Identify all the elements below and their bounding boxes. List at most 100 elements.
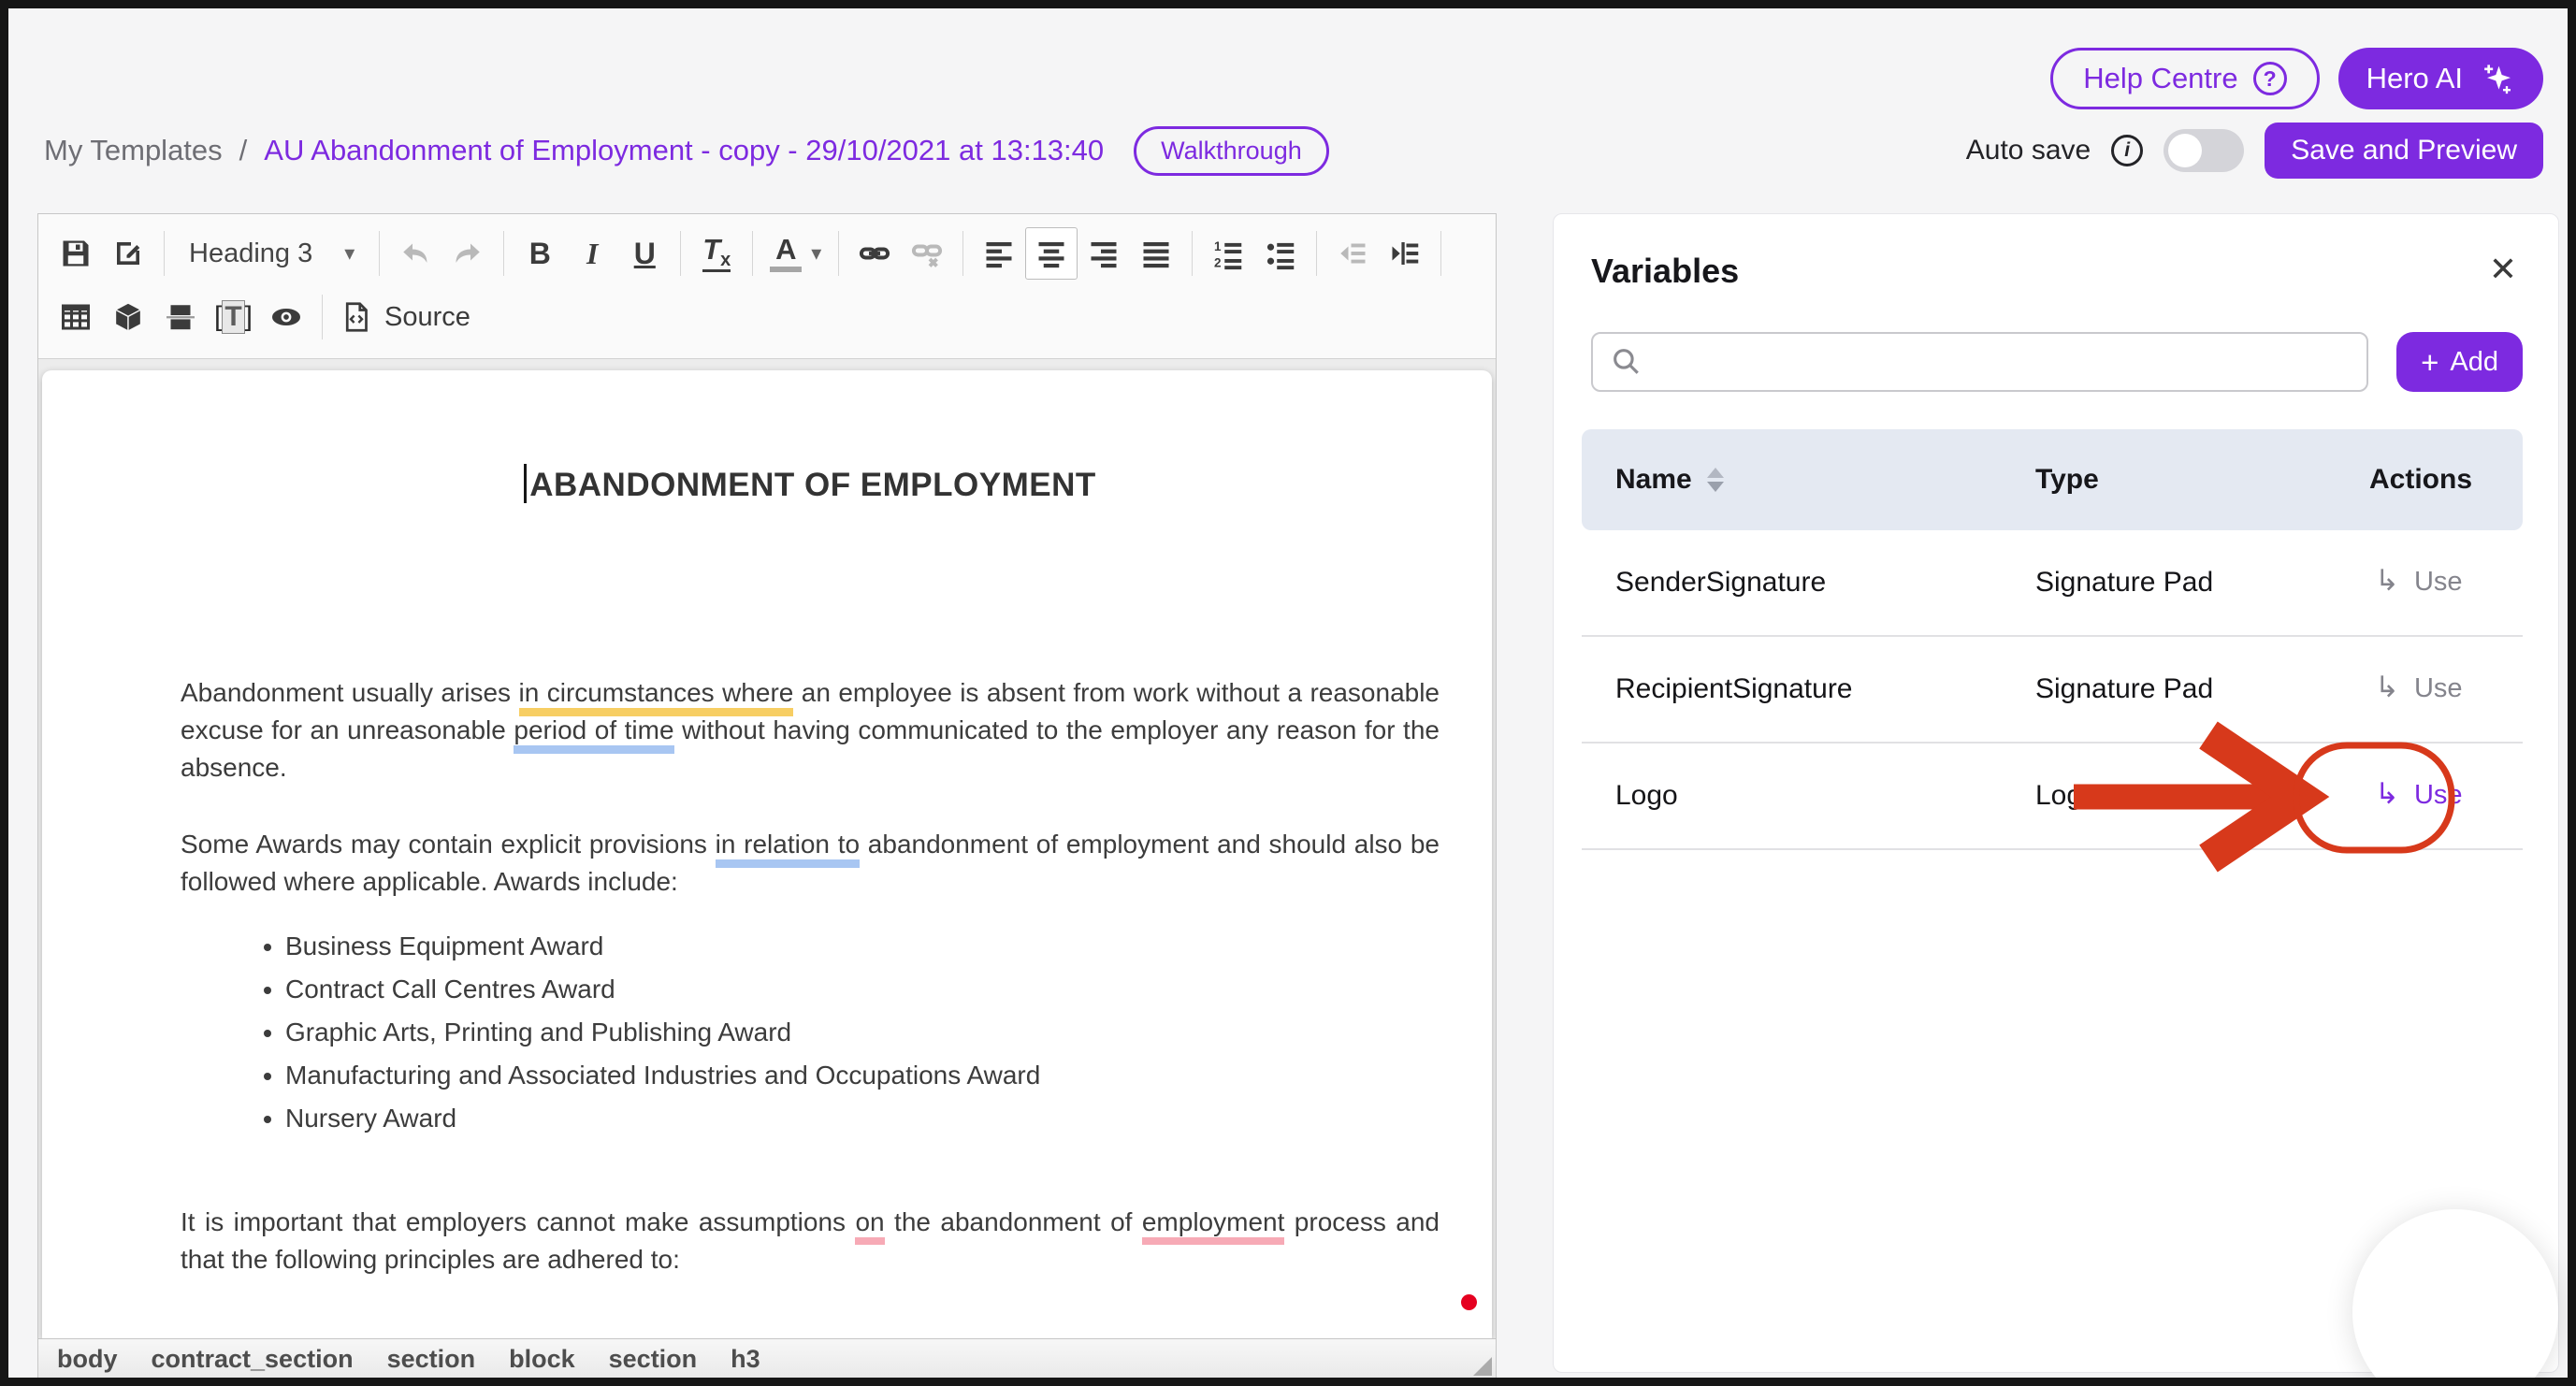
toolbar-separator: [680, 231, 681, 276]
remove-format-icon[interactable]: Tx: [690, 227, 743, 280]
element-path-item[interactable]: contract_section: [152, 1345, 354, 1374]
toolbar-separator: [379, 231, 380, 276]
element-path-item[interactable]: h3: [731, 1345, 760, 1374]
italic-icon[interactable]: I: [566, 227, 618, 280]
variables-table: Name Type Actions SenderSignatureSignatu…: [1582, 429, 2523, 850]
increase-indent-icon[interactable]: [1379, 227, 1431, 280]
save-and-preview-button[interactable]: Save and Preview: [2265, 123, 2543, 179]
search-icon: [1610, 345, 1642, 377]
help-centre-button[interactable]: Help Centre ?: [2050, 48, 2319, 109]
list-item: Business Equipment Award: [285, 925, 1440, 968]
document-page[interactable]: ABANDONMENT OF EMPLOYMENT Abandonment us…: [42, 370, 1492, 1338]
undo-icon[interactable]: [389, 227, 441, 280]
table-icon[interactable]: [50, 291, 102, 343]
walkthrough-button[interactable]: Walkthrough: [1134, 126, 1329, 176]
heading-dropdown[interactable]: Heading 3 ▾: [174, 227, 369, 280]
list-item: Nursery Award: [285, 1097, 1440, 1140]
resize-handle[interactable]: [1473, 1357, 1492, 1376]
use-button[interactable]: ↳Use: [2369, 779, 2468, 812]
topbar: Help Centre ? Hero AI: [2050, 48, 2543, 109]
search-box: [1591, 332, 2368, 392]
bold-icon[interactable]: B: [514, 227, 566, 280]
hero-ai-button[interactable]: Hero AI: [2338, 48, 2543, 109]
highlighted-text: in relation to: [716, 830, 860, 868]
list-item: Contract Call Centres Award: [285, 968, 1440, 1011]
element-path-item[interactable]: section: [609, 1345, 698, 1374]
text-run: It is important that employers cannot ma…: [181, 1207, 855, 1236]
auto-save-toggle[interactable]: [2164, 129, 2244, 172]
save-icon[interactable]: [50, 227, 102, 280]
numbered-list-icon[interactable]: 12: [1202, 227, 1254, 280]
variables-panel: Variables ✕ + Add Name Type Actions Send…: [1553, 213, 2559, 1373]
breadcrumb-separator: /: [239, 134, 248, 167]
close-icon[interactable]: ✕: [2483, 252, 2523, 287]
editor-toolbar: Heading 3 ▾ B I U Tx: [38, 214, 1496, 359]
section-split-icon[interactable]: [154, 291, 207, 343]
use-button[interactable]: ↳Use: [2369, 672, 2468, 705]
document-title: ABANDONMENT OF EMPLOYMENT: [181, 464, 1440, 504]
sparkles-icon: [2478, 60, 2515, 97]
source-button[interactable]: Source: [332, 291, 478, 343]
preview-eye-icon[interactable]: [260, 291, 312, 343]
table-row: LogoLogo↳Use: [1582, 744, 2523, 850]
paragraph: Abandonment usually arises in circumstan…: [181, 674, 1440, 787]
add-variable-button[interactable]: + Add: [2396, 332, 2523, 392]
column-header-name[interactable]: Name: [1615, 464, 2035, 496]
table-row: RecipientSignatureSignature Pad↳Use: [1582, 637, 2523, 744]
block-cube-icon[interactable]: [102, 291, 154, 343]
toolbar-separator: [962, 231, 963, 276]
justify-icon[interactable]: [1130, 227, 1182, 280]
chevron-down-icon: ▾: [811, 241, 821, 266]
variables-table-rows: SenderSignatureSignature Pad↳UseRecipien…: [1582, 530, 2523, 850]
breadcrumb-root[interactable]: My Templates: [44, 134, 223, 167]
text-run: Abandonment usually arises: [181, 678, 519, 707]
variable-type: Signature Pad: [2035, 673, 2369, 705]
highlighted-text: period of time: [514, 715, 673, 754]
bullet-list-icon[interactable]: [1254, 227, 1307, 280]
text-cursor: [524, 464, 527, 503]
heading-dropdown-value: Heading 3: [189, 238, 312, 269]
align-left-icon[interactable]: [973, 227, 1025, 280]
align-center-icon[interactable]: [1025, 227, 1078, 280]
font-color-icon[interactable]: A ▾: [762, 227, 829, 280]
align-right-icon[interactable]: [1078, 227, 1130, 280]
use-arrow-icon: ↳: [2375, 779, 2399, 808]
text-variable-icon[interactable]: [T]: [207, 291, 260, 343]
variable-type: Signature Pad: [2035, 567, 2369, 599]
toolbar-separator: [164, 231, 165, 276]
decrease-indent-icon[interactable]: [1326, 227, 1379, 280]
paragraph: Some Awards may contain explicit provisi…: [181, 826, 1440, 901]
table-header: Name Type Actions: [1582, 429, 2523, 530]
variable-name: RecipientSignature: [1615, 673, 2035, 705]
element-path-bar: body contract_section section block section h…: [38, 1338, 1496, 1379]
svg-text:1: 1: [1214, 239, 1222, 253]
panel-title: Variables: [1591, 252, 1739, 291]
variable-name: SenderSignature: [1615, 567, 2035, 599]
toolbar-row-1: Heading 3 ▾ B I U Tx: [50, 222, 1484, 285]
info-icon[interactable]: i: [2111, 135, 2143, 166]
toolbar-separator: [1440, 231, 1441, 276]
document-scroll-area[interactable]: ABANDONMENT OF EMPLOYMENT Abandonment us…: [38, 359, 1496, 1338]
element-path-items: body contract_section section block section h…: [57, 1345, 760, 1374]
element-path-item[interactable]: section: [387, 1345, 476, 1374]
svg-text:2: 2: [1214, 255, 1222, 269]
plus-icon: +: [2421, 347, 2439, 378]
save-controls: Auto save i Save and Preview: [1966, 123, 2543, 179]
element-path-item[interactable]: block: [509, 1345, 575, 1374]
sort-icon[interactable]: [1707, 468, 1724, 492]
variable-name: Logo: [1615, 780, 2035, 812]
edit-template-icon[interactable]: [102, 227, 154, 280]
use-button[interactable]: ↳Use: [2369, 566, 2468, 599]
app-window: Help Centre ? Hero AI My Templates / AU …: [0, 0, 2576, 1386]
variables-search-input[interactable]: [1591, 332, 2368, 392]
variable-type: Logo: [2035, 780, 2369, 812]
question-mark-icon: ?: [2253, 62, 2287, 95]
element-path-item[interactable]: body: [57, 1345, 118, 1374]
unlink-icon[interactable]: [901, 227, 953, 280]
link-icon[interactable]: [848, 227, 901, 280]
toolbar-separator: [752, 231, 753, 276]
redo-icon[interactable]: [441, 227, 494, 280]
underline-icon[interactable]: U: [618, 227, 671, 280]
use-label: Use: [2414, 567, 2463, 598]
breadcrumb: My Templates / AU Abandonment of Employm…: [44, 126, 1329, 176]
